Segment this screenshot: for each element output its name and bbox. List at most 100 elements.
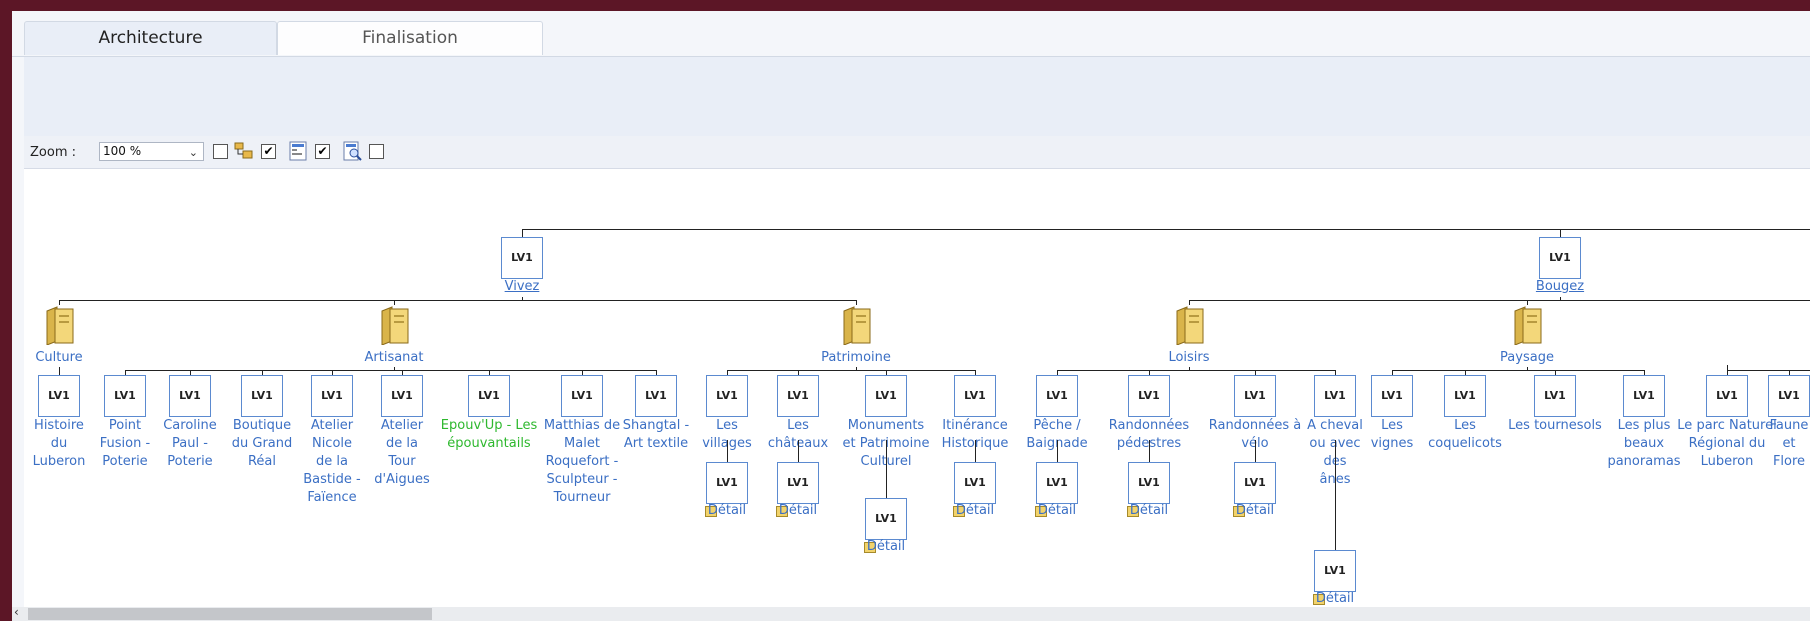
patrimoine-label[interactable]: Patrimoine [786, 349, 926, 367]
lv1-item-label[interactable]: Les coquelicots [1423, 417, 1507, 453]
lv1-item-label[interactable]: Les vignes [1367, 417, 1417, 453]
checkbox-1[interactable] [213, 144, 228, 159]
lv1-node[interactable]: LV1 [706, 462, 748, 504]
lv1-node[interactable]: LV1 [1234, 462, 1276, 504]
vivez-label[interactable]: Vivez [477, 278, 567, 296]
lv1-item-label[interactable]: Caroline Paul - Poterie [156, 417, 224, 471]
lv1-node[interactable]: LV1 [1623, 375, 1665, 417]
connector-line [59, 367, 60, 375]
connector-line [975, 440, 976, 462]
connector-line [1392, 370, 1644, 371]
lv1-item-label[interactable]: Boutique du Grand Réal [226, 417, 298, 471]
detail-label[interactable]: Détail [1305, 590, 1365, 607]
lv1-node[interactable]: LV1 [381, 375, 423, 417]
lv1-node[interactable]: LV1 [777, 375, 819, 417]
lv1-node[interactable]: LV1 [954, 462, 996, 504]
lv1-node[interactable]: LV1 [865, 375, 907, 417]
lv1-node[interactable]: LV1 [1314, 375, 1356, 417]
detail-label[interactable]: Détail [945, 502, 1005, 520]
lv1-node[interactable]: LV1 [1706, 375, 1748, 417]
lv1-node[interactable]: LV1 [777, 462, 819, 504]
loisirs-label[interactable]: Loisirs [1119, 349, 1259, 367]
lv1-node[interactable]: LV1 [38, 375, 80, 417]
folder-icon[interactable] [1173, 305, 1205, 345]
search-page-icon[interactable] [342, 141, 362, 161]
detail-label[interactable]: Détail [1027, 502, 1087, 520]
lv1-node[interactable]: LV1 [635, 375, 677, 417]
folder-icon[interactable] [43, 305, 75, 345]
lv1-node[interactable]: LV1 [1539, 237, 1581, 279]
lv1-node[interactable]: LV1 [1128, 462, 1170, 504]
lv1-item-label[interactable]: Histoire du Luberon [26, 417, 92, 471]
lv1-node[interactable]: LV1 [1534, 375, 1576, 417]
lv1-node[interactable]: LV1 [1036, 375, 1078, 417]
lv1-item-label[interactable]: Point Fusion - Poterie [96, 417, 154, 471]
paysage-label[interactable]: Paysage [1457, 349, 1597, 367]
lv1-item-label[interactable]: Le parc Naturel Régional du Luberon [1675, 417, 1779, 471]
lv1-node[interactable]: LV1 [104, 375, 146, 417]
lv1-node[interactable]: LV1 [241, 375, 283, 417]
lv1-node[interactable]: LV1 [169, 375, 211, 417]
lv1-item-label[interactable]: Atelier de la Tour d'Aigues [373, 417, 431, 489]
connector-line [1560, 229, 1561, 237]
detail-label[interactable]: Détail [697, 502, 757, 520]
bougez-label[interactable]: Bougez [1515, 278, 1605, 296]
tree-folders-icon[interactable] [234, 141, 254, 161]
connector-line [727, 370, 975, 371]
lv1-item-label[interactable]: Les tournesols [1507, 417, 1603, 435]
lv1-node[interactable]: LV1 [1768, 375, 1810, 417]
detail-label[interactable]: Détail [768, 502, 828, 520]
lv1-node[interactable]: LV1 [1444, 375, 1486, 417]
folder-icon[interactable] [378, 305, 410, 345]
tab-finalisation[interactable]: Finalisation [277, 21, 543, 55]
checkbox-4[interactable] [369, 144, 384, 159]
checkbox-2[interactable]: ✔ [261, 144, 276, 159]
connector-line [522, 229, 1810, 230]
lv1-node[interactable]: LV1 [1234, 375, 1276, 417]
lv1-node[interactable]: LV1 [501, 237, 543, 279]
lv1-item-label[interactable]: Shangtal - Art textile [618, 417, 694, 453]
lv1-node[interactable]: LV1 [1036, 462, 1078, 504]
scroll-thumb[interactable] [28, 608, 432, 620]
lv1-node[interactable]: LV1 [865, 498, 907, 540]
lv1-node[interactable]: LV1 [1314, 550, 1356, 592]
detail-label[interactable]: Détail [856, 538, 916, 556]
connector-line [522, 229, 523, 237]
connector-line [1057, 370, 1335, 371]
app-window: Architecture Finalisation Zoom : 100 % ⌄… [12, 11, 1810, 621]
connector-line [727, 440, 728, 462]
lv1-node[interactable]: LV1 [561, 375, 603, 417]
artisanat-label[interactable]: Artisanat [324, 349, 464, 367]
lv1-item-label[interactable]: Matthias de Malet Roquefort - Sculpteur … [540, 417, 624, 507]
connector-line [798, 440, 799, 462]
culture-label[interactable]: Culture [24, 349, 129, 367]
lv1-item-label[interactable]: Epouv'Up - Les épouvantails [434, 417, 544, 453]
scroll-left-arrow-icon[interactable]: ‹ [14, 605, 19, 619]
detail-label[interactable]: Détail [1225, 502, 1285, 520]
checkbox-3[interactable]: ✔ [315, 144, 330, 159]
detail-label[interactable]: Détail [1119, 502, 1179, 520]
lv1-node[interactable]: LV1 [468, 375, 510, 417]
chevron-down-icon: ⌄ [188, 146, 198, 159]
connector-line [125, 370, 656, 371]
lv1-node[interactable]: LV1 [1371, 375, 1413, 417]
lv1-node[interactable]: LV1 [1128, 375, 1170, 417]
zoom-label: Zoom : [30, 145, 76, 160]
zoom-select[interactable]: 100 % ⌄ [99, 142, 204, 161]
tab-architecture[interactable]: Architecture [24, 21, 277, 55]
folder-icon[interactable] [1511, 305, 1543, 345]
tree-canvas: LV1 LV1 Vivez Bougez Culture Artisanat Patrimo… [24, 169, 1810, 607]
connector-line [1149, 440, 1150, 462]
folder-icon[interactable] [840, 305, 872, 345]
connector-line [1335, 440, 1336, 550]
lv1-node[interactable]: LV1 [954, 375, 996, 417]
toolbar: Zoom : 100 % ⌄ ✔ ✔ [24, 136, 1810, 169]
lv1-item-label[interactable]: Faune et Flore [1767, 417, 1810, 471]
zoom-value: 100 % [103, 144, 142, 158]
page-layout-icon[interactable] [288, 141, 308, 161]
lv1-node[interactable]: LV1 [706, 375, 748, 417]
connector-line [1727, 370, 1810, 371]
lv1-node[interactable]: LV1 [311, 375, 353, 417]
lv1-item-label[interactable]: Atelier Nicole de la Bastide - Faïence [302, 417, 362, 507]
horizontal-scrollbar[interactable]: ‹ [12, 605, 1810, 621]
